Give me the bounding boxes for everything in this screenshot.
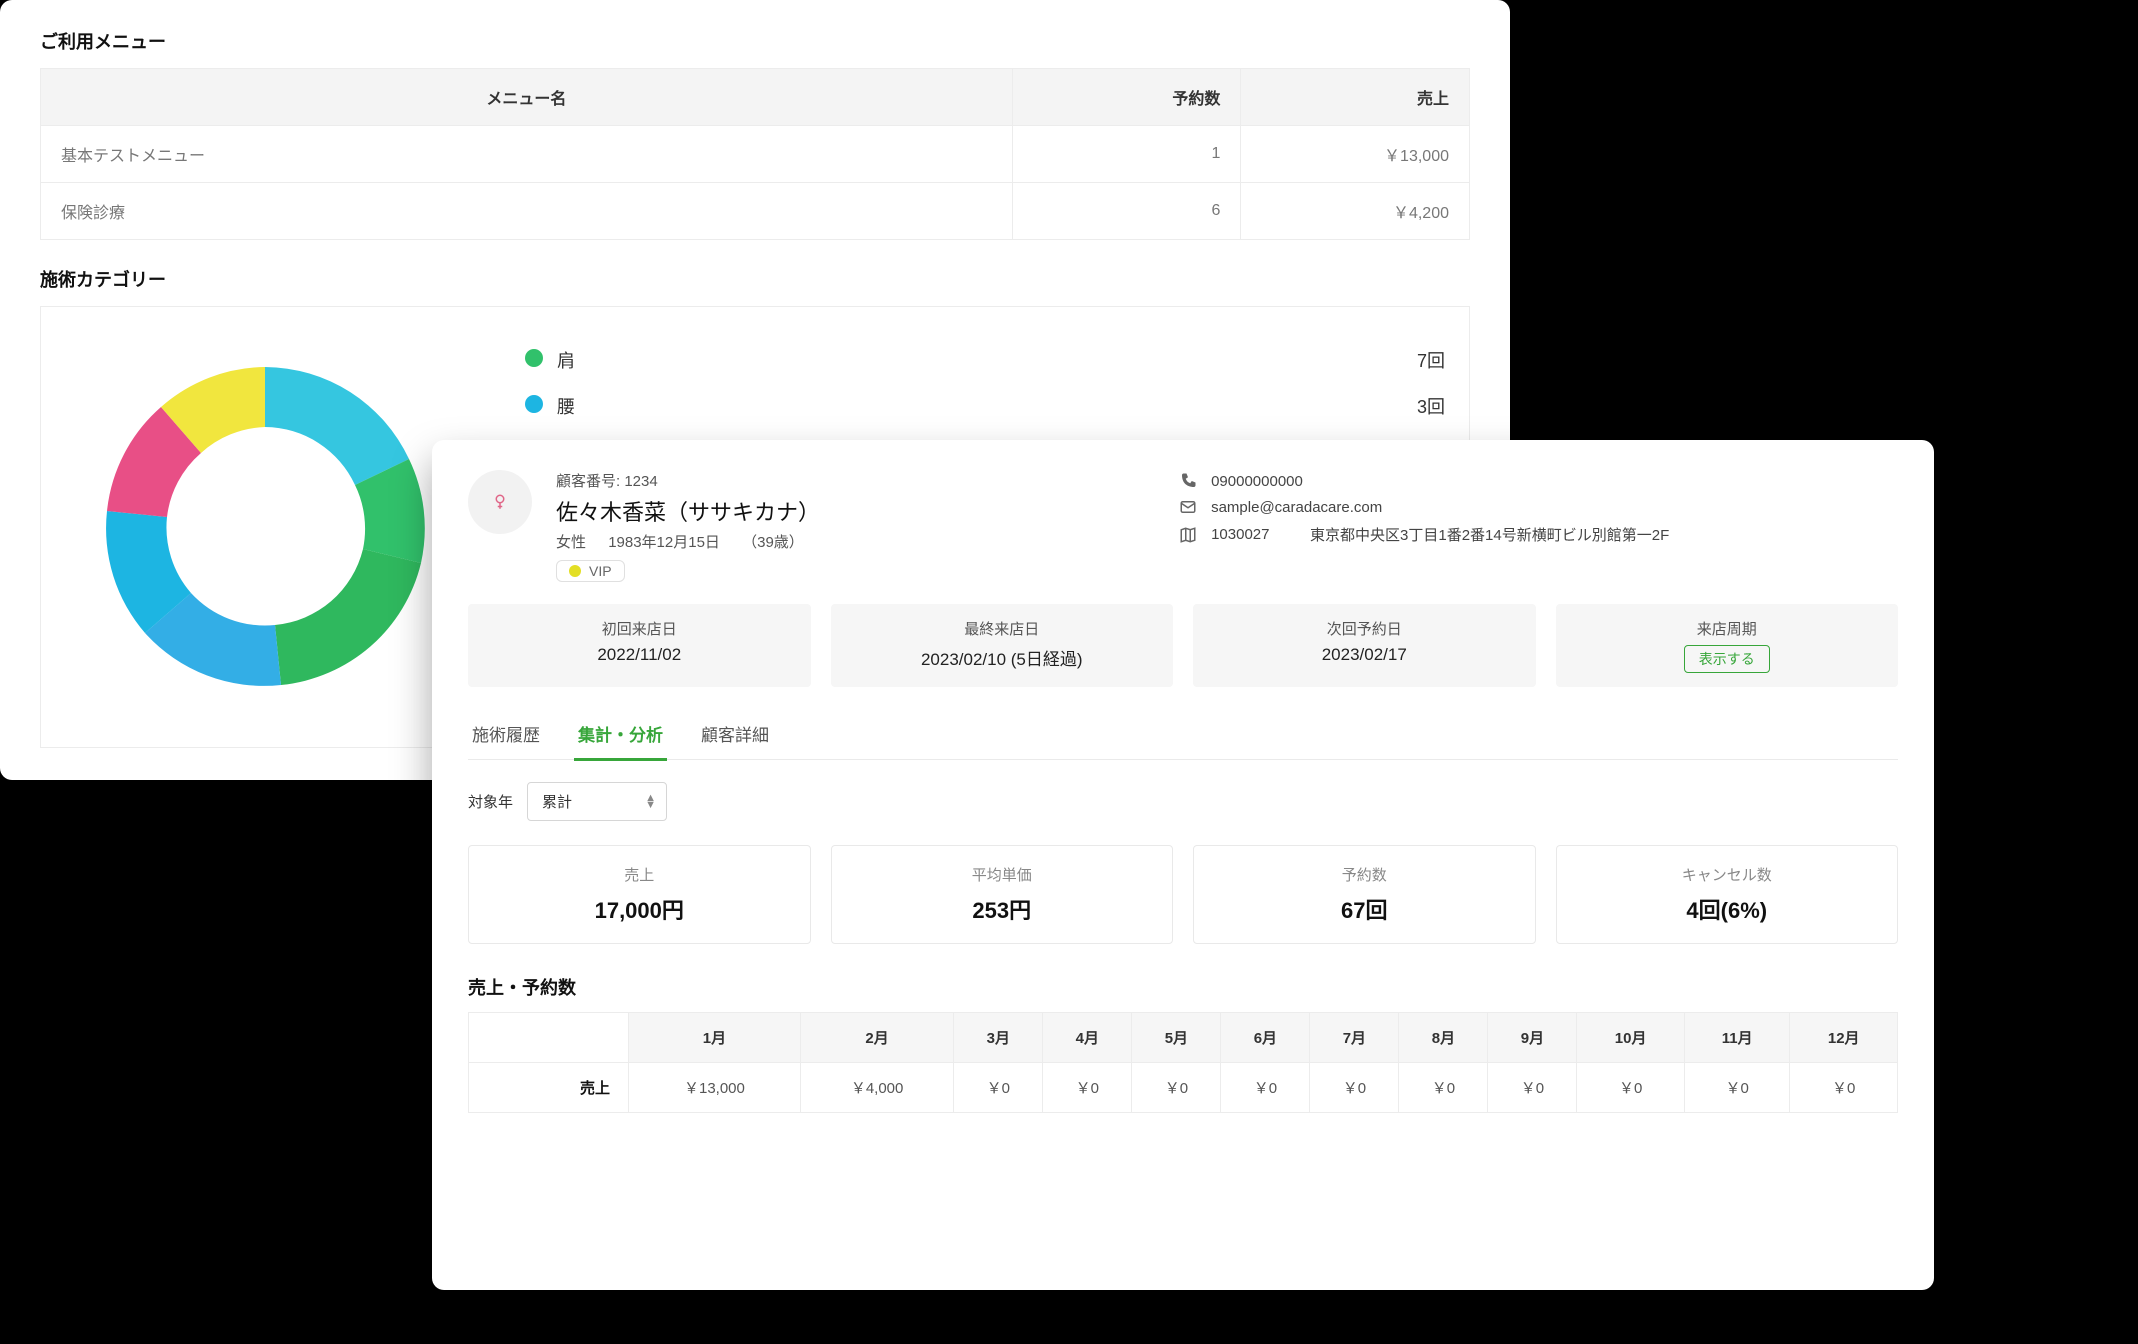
stat-last-visit: 最終来店日2023/02/10 (5日経過): [831, 604, 1174, 687]
menu-section-title: ご利用メニュー: [40, 28, 1470, 54]
kpi-sales: 売上17,000円: [468, 845, 811, 944]
stat-first-visit: 初回来店日2022/11/02: [468, 604, 811, 687]
show-cycle-button[interactable]: 表示する: [1684, 645, 1770, 673]
kpi-avg-price: 平均単価253円: [831, 845, 1174, 944]
tab-history[interactable]: 施術履歴: [468, 711, 544, 759]
legend-row: 肩 7回: [525, 337, 1445, 383]
customer-name: 佐々木香菜（ササキカナ）: [556, 495, 1155, 527]
table-row: 売上 ￥13,000￥4,000￥0￥0￥0￥0￥0￥0￥0￥0￥0￥0: [469, 1063, 1898, 1113]
tab-bar: 施術履歴 集計・分析 顧客詳細: [468, 711, 1898, 760]
tab-analytics[interactable]: 集計・分析: [574, 711, 667, 761]
vip-badge: VIP: [556, 560, 625, 582]
category-section-title: 施術カテゴリー: [40, 266, 1470, 292]
phone-icon: [1179, 472, 1197, 490]
monthly-title: 売上・予約数: [468, 974, 1898, 1000]
col-name: メニュー名: [41, 69, 1013, 126]
chart-legend: 肩 7回 腰 3回: [525, 327, 1445, 429]
tab-customer-detail[interactable]: 顧客詳細: [697, 711, 773, 759]
col-count: 予約数: [1012, 69, 1241, 126]
female-icon: [491, 493, 509, 511]
legend-row: 腰 3回: [525, 383, 1445, 429]
stat-visit-cycle: 来店周期表示する: [1556, 604, 1899, 687]
year-filter-label: 対象年: [468, 791, 513, 812]
customer-id: 顧客番号: 1234: [556, 470, 1155, 491]
table-row: 保険診療 6 ￥4,200: [41, 183, 1470, 240]
select-updown-icon: ▲▼: [645, 795, 656, 809]
contact-block: 09000000000 sample@caradacare.com 103002…: [1179, 470, 1898, 553]
col-sales: 売上: [1241, 69, 1470, 126]
legend-dot-icon: [525, 395, 543, 413]
donut-chart: [65, 327, 465, 727]
customer-detail-panel: 顧客番号: 1234 佐々木香菜（ササキカナ） 女性 1983年12月15日 （…: [432, 440, 1934, 1290]
kpi-cancellations: キャンセル数4回(6%): [1556, 845, 1899, 944]
legend-dot-icon: [525, 349, 543, 367]
table-row: 基本テストメニュー 1 ￥13,000: [41, 126, 1470, 183]
menu-table: メニュー名 予約数 売上 基本テストメニュー 1 ￥13,000 保険診療 6 …: [40, 68, 1470, 240]
map-icon: [1179, 526, 1197, 544]
customer-subinfo: 女性 1983年12月15日 （39歳）: [556, 531, 1155, 552]
email-icon: [1179, 498, 1197, 516]
avatar: [468, 470, 532, 534]
stat-next-booking: 次回予約日2023/02/17: [1193, 604, 1536, 687]
monthly-table: 1月2月3月4月5月6月7月8月9月10月11月12月 売上 ￥13,000￥4…: [468, 1012, 1898, 1113]
year-select[interactable]: 累計 ▲▼: [527, 782, 667, 821]
kpi-bookings: 予約数67回: [1193, 845, 1536, 944]
